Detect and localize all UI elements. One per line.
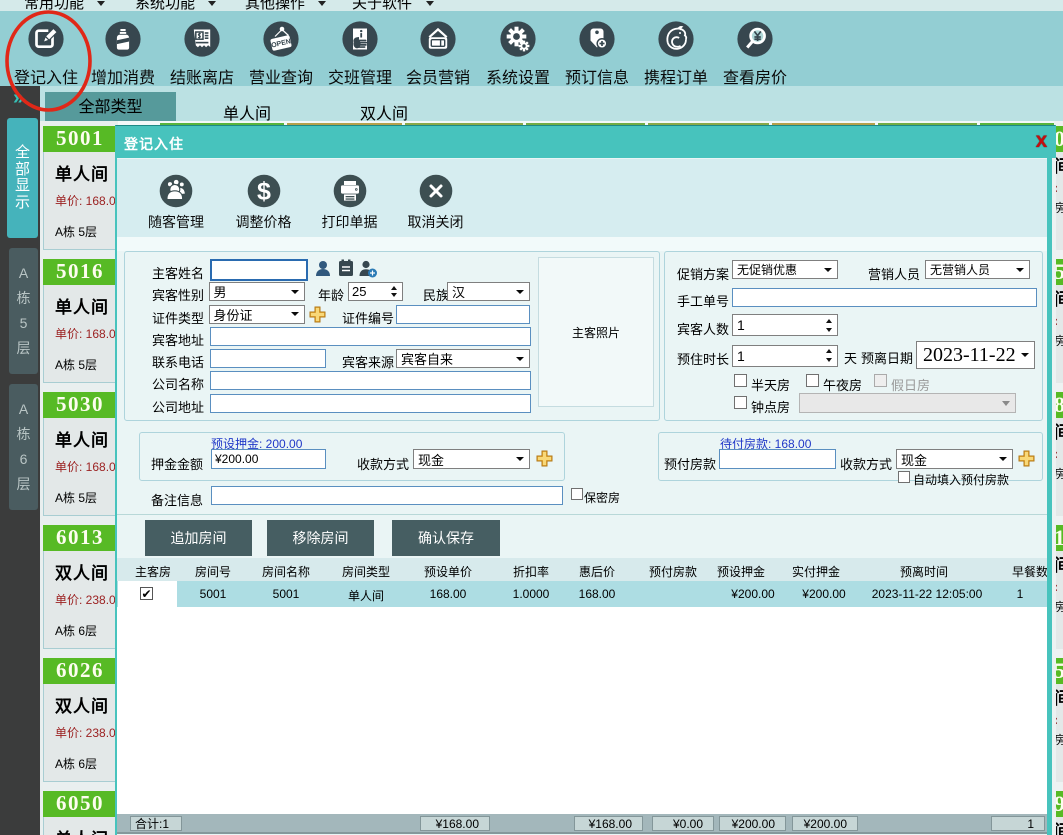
svg-text:$: $ (257, 178, 271, 206)
